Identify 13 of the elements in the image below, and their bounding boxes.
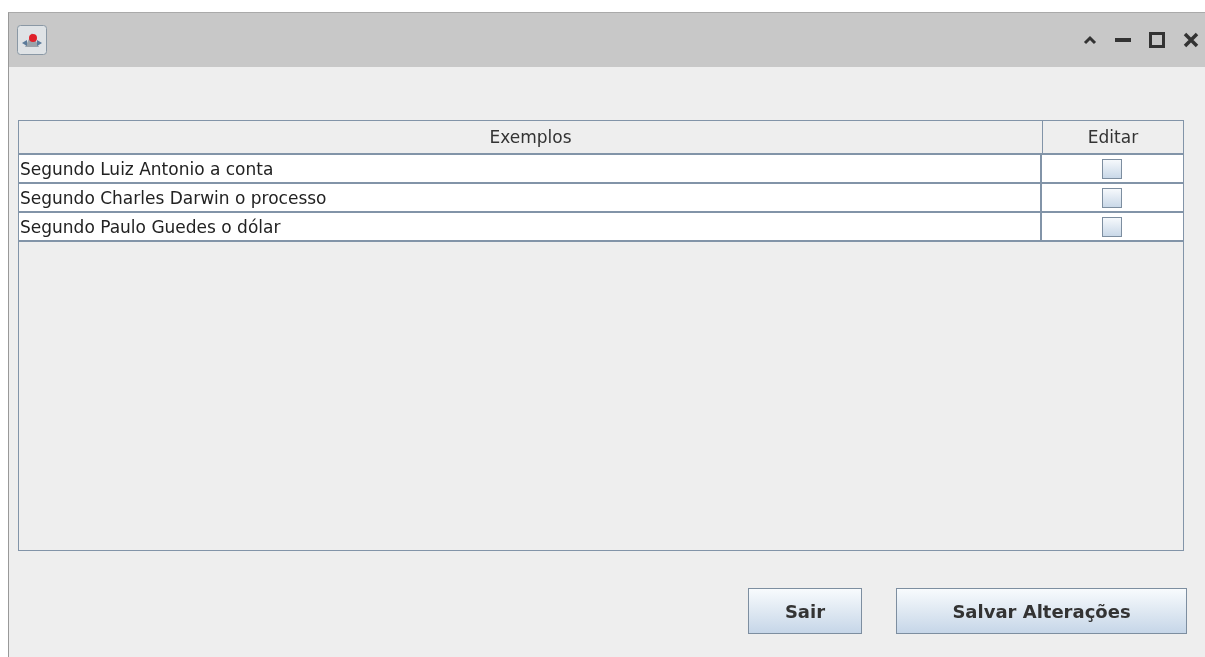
save-button[interactable]: Salvar Alterações	[896, 588, 1187, 634]
checkbox[interactable]	[1102, 187, 1122, 208]
table-cell: Segundo Luiz Antonio a conta	[19, 155, 1042, 182]
app-icon	[17, 25, 47, 55]
table-cell: Segundo Paulo Guedes o dólar	[19, 213, 1042, 240]
close-icon[interactable]	[1183, 32, 1199, 48]
maximize-icon[interactable]	[1149, 32, 1165, 48]
table-cell: Segundo Charles Darwin o processo	[19, 184, 1042, 211]
exit-button[interactable]: Sair	[748, 588, 862, 634]
shade-icon[interactable]	[1083, 35, 1097, 45]
minimize-icon[interactable]	[1115, 37, 1131, 43]
checkbox[interactable]	[1102, 158, 1122, 179]
checkbox[interactable]	[1102, 216, 1122, 237]
